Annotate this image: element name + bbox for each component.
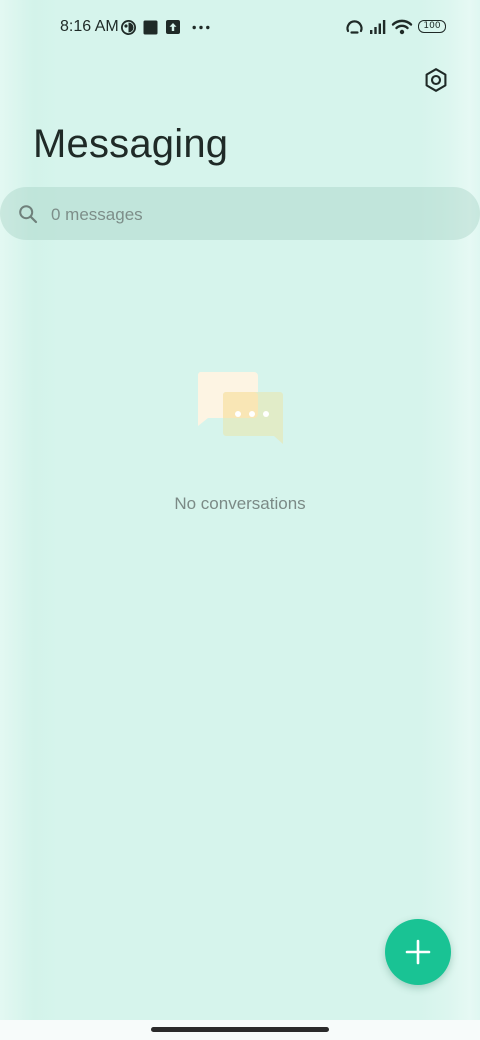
status-time: 8:16 AM <box>60 18 119 35</box>
page-title: Messaging <box>33 122 229 166</box>
plus-icon <box>405 939 431 965</box>
signal-icon <box>370 20 386 34</box>
more-dots-icon <box>192 25 210 30</box>
wifi-icon <box>391 19 413 35</box>
home-indicator[interactable] <box>151 1027 329 1032</box>
upload-icon <box>166 20 180 34</box>
settings-hexagon-icon <box>425 68 447 92</box>
search-icon <box>19 205 38 224</box>
chat-bubbles-icon <box>197 372 283 444</box>
new-conversation-button[interactable] <box>385 919 451 985</box>
navigation-bar <box>0 1020 480 1040</box>
status-bar: 8:16 AM 100 <box>0 0 480 54</box>
settings-button[interactable] <box>418 62 454 98</box>
hotspot-icon <box>346 20 363 34</box>
battery-icon: 100 <box>418 20 446 33</box>
empty-state-text: No conversations <box>174 494 306 513</box>
notification-square-icon <box>143 20 158 35</box>
search-placeholder[interactable]: 0 messages <box>51 205 143 225</box>
search-bar[interactable]: 0 messages <box>0 187 480 240</box>
vpn-icon <box>121 20 136 35</box>
